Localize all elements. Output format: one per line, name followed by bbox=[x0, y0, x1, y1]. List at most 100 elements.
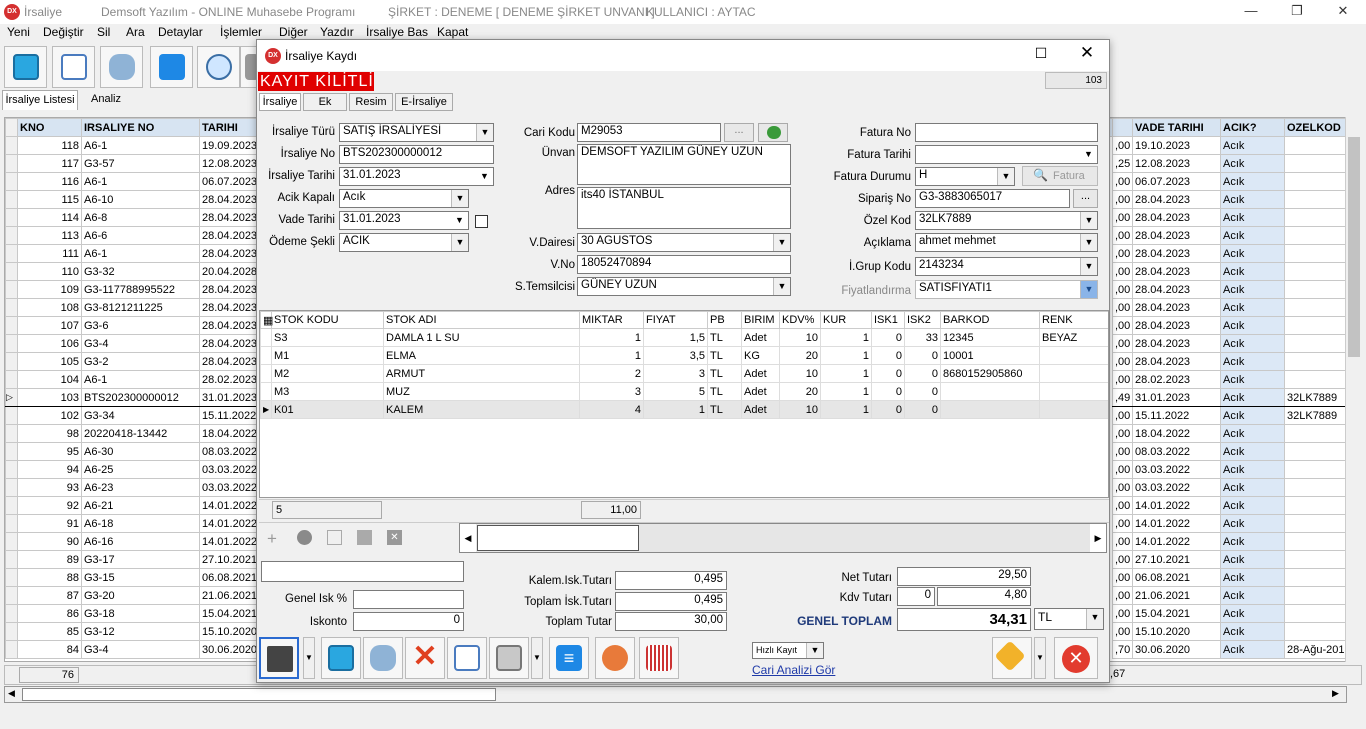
item-cell-barkod[interactable]: 8680152905860 bbox=[940, 364, 1040, 383]
item-cell-birim[interactable]: Adet bbox=[741, 400, 780, 419]
chevron-down-icon[interactable]: ▼ bbox=[1080, 146, 1097, 163]
delete-record-button[interactable] bbox=[363, 637, 403, 679]
tab-irsaliye[interactable]: İrsaliye bbox=[259, 93, 301, 111]
list-vscroll[interactable] bbox=[1345, 117, 1362, 662]
item-cell-barkod[interactable] bbox=[940, 382, 1040, 401]
chevron-down-icon[interactable]: ▼ bbox=[1080, 212, 1097, 229]
chevron-down-icon[interactable]: ▼ bbox=[451, 212, 468, 229]
chevron-down-icon[interactable]: ▼ bbox=[773, 234, 790, 251]
item-cell-fiyat[interactable]: 3,5 bbox=[643, 346, 708, 365]
cari-analizi-gor-link[interactable]: Cari Analizi Gör bbox=[752, 663, 835, 677]
items-col-kdv-[interactable]: KDV% bbox=[779, 311, 821, 329]
chevron-down-icon[interactable]: ▼ bbox=[773, 278, 790, 295]
items-col-miktar[interactable]: MIKTAR bbox=[579, 311, 644, 329]
delete-button[interactable] bbox=[100, 46, 143, 88]
add-row-icon[interactable]: + bbox=[267, 529, 277, 549]
acik-kapali-select[interactable]: Acık ▼ bbox=[339, 189, 469, 208]
menu-islemler[interactable]: İşlemler bbox=[220, 25, 262, 39]
items-hscroll-thumb[interactable] bbox=[477, 525, 639, 551]
dialog-close-button[interactable]: ✕ bbox=[1067, 43, 1107, 65]
item-cell-pb[interactable]: TL bbox=[707, 328, 742, 347]
save-menu-button[interactable]: ▼ bbox=[303, 637, 315, 679]
new-record-button[interactable] bbox=[321, 637, 361, 679]
fatura-tarihi-field[interactable]: ▼ bbox=[915, 145, 1098, 164]
menu-yeni[interactable]: Yeni bbox=[7, 25, 30, 39]
menu-irsaliye-bas[interactable]: İrsaliye Bas bbox=[366, 25, 428, 39]
irsaliye-no-field[interactable]: BTS202300000012 bbox=[339, 145, 494, 164]
item-cell-renk[interactable] bbox=[1039, 382, 1108, 401]
item-row[interactable]: S3 DAMLA 1 L SU 1 1,5 TL Adet 10 1 0 33 12345 BEYAZ bbox=[260, 328, 1108, 347]
item-cell-isk1[interactable]: 0 bbox=[871, 364, 905, 383]
scroll-right-icon[interactable]: ▶ bbox=[1090, 524, 1106, 552]
item-row[interactable]: M3 MUZ 3 5 TL Adet 20 1 0 0 bbox=[260, 382, 1108, 401]
cancel-button[interactable]: ✕ bbox=[405, 637, 445, 679]
cari-kodu-field[interactable]: M29053 bbox=[577, 123, 721, 142]
item-cell-stok-kodu[interactable]: M1 bbox=[271, 346, 384, 365]
menu-yazdir[interactable]: Yazdır bbox=[320, 25, 354, 39]
items-col-fiyat[interactable]: FIYAT bbox=[643, 311, 708, 329]
item-cell-kur[interactable]: 1 bbox=[820, 382, 872, 401]
menu-ara[interactable]: Ara bbox=[126, 25, 145, 39]
vergi-dairesi-select[interactable]: 30 AGUSTOS ▼ bbox=[577, 233, 791, 252]
item-cell-kur[interactable]: 1 bbox=[820, 328, 872, 347]
siparis-no-field[interactable]: G3-3883065017 bbox=[915, 189, 1070, 208]
item-cell-fiyat[interactable]: 1,5 bbox=[643, 328, 708, 347]
satis-temsilcisi-select[interactable]: GÜNEY UZUN ▼ bbox=[577, 277, 791, 296]
vade-checkbox[interactable] bbox=[475, 215, 488, 228]
col-tutar[interactable] bbox=[1112, 118, 1133, 137]
irsaliye-turu-select[interactable]: SATIŞ İRSALİYESİ ▼ bbox=[339, 123, 494, 142]
chevron-down-icon[interactable]: ▼ bbox=[806, 643, 823, 658]
item-cell-isk2[interactable]: 0 bbox=[904, 382, 941, 401]
menu-sil[interactable]: Sil bbox=[97, 25, 110, 39]
vade-tarihi-field[interactable]: 31.01.2023 ▼ bbox=[339, 211, 469, 230]
items-col-renk[interactable]: RENK bbox=[1039, 311, 1108, 329]
print-record-button[interactable] bbox=[489, 637, 529, 679]
item-cell-stok-kodu[interactable]: M3 bbox=[271, 382, 384, 401]
item-cell-kdv-[interactable]: 20 bbox=[779, 346, 821, 365]
item-cell-isk2[interactable]: 33 bbox=[904, 328, 941, 347]
item-cell-miktar[interactable]: 2 bbox=[579, 364, 644, 383]
item-cell-kur[interactable]: 1 bbox=[820, 346, 872, 365]
genel-isk-field[interactable] bbox=[353, 590, 464, 609]
chevron-down-icon[interactable]: ▼ bbox=[451, 234, 468, 251]
item-cell-renk[interactable]: BEYAZ bbox=[1039, 328, 1108, 347]
col-acik[interactable]: ACIK? bbox=[1220, 118, 1285, 137]
col-ozelkod[interactable]: OZELKOD bbox=[1284, 118, 1350, 137]
minimize-button[interactable]: — bbox=[1228, 0, 1274, 24]
items-hscroll[interactable]: ◀ ▶ bbox=[459, 523, 1107, 553]
item-cell-stok-adi[interactable]: DAMLA 1 L SU bbox=[383, 328, 580, 347]
list-hscroll[interactable]: ◀ ▶ bbox=[4, 686, 1347, 703]
item-row[interactable]: ▶ K01 KALEM 4 1 TL Adet 10 1 0 0 bbox=[260, 400, 1108, 419]
aciklama-select[interactable]: ahmet mehmet ▼ bbox=[915, 233, 1098, 252]
chevron-down-icon[interactable]: ▼ bbox=[476, 124, 493, 141]
items-col-barkod[interactable]: BARKOD bbox=[940, 311, 1040, 329]
chevron-down-icon[interactable]: ▼ bbox=[1080, 258, 1097, 275]
edit-record-button[interactable] bbox=[447, 637, 487, 679]
item-cell-stok-kodu[interactable]: K01 bbox=[271, 400, 384, 419]
item-cell-isk1[interactable]: 0 bbox=[871, 382, 905, 401]
print-menu-button[interactable]: ▼ bbox=[531, 637, 543, 679]
siparis-browse-button[interactable]: ... bbox=[1073, 189, 1098, 208]
maximize-button[interactable]: ❐ bbox=[1274, 0, 1320, 24]
item-cell-renk[interactable] bbox=[1039, 364, 1108, 383]
item-cell-kdv-[interactable]: 10 bbox=[779, 364, 821, 383]
currency-select[interactable]: TL ▼ bbox=[1034, 608, 1104, 630]
vergi-no-field[interactable]: 18052470894 bbox=[577, 255, 791, 274]
items-col-isk1[interactable]: ISK1 bbox=[871, 311, 905, 329]
menu-degistir[interactable]: Değiştir bbox=[43, 25, 84, 39]
item-cell-kur[interactable]: 1 bbox=[820, 364, 872, 383]
col-irsaliye-no[interactable]: IRSALIYE NO bbox=[81, 118, 200, 137]
cancel-row-icon[interactable]: ✕ bbox=[387, 530, 402, 545]
item-cell-miktar[interactable]: 4 bbox=[579, 400, 644, 419]
scroll-right-icon[interactable]: ▶ bbox=[1332, 688, 1339, 699]
iskonto-field[interactable]: 0 bbox=[353, 612, 464, 631]
tab-analiz[interactable]: Analiz bbox=[80, 90, 132, 110]
edit-row-icon[interactable] bbox=[327, 530, 342, 545]
adres-field[interactable]: its40 İSTANBUL bbox=[577, 187, 791, 229]
tab-e-irsaliye[interactable]: E-İrsaliye bbox=[395, 93, 453, 111]
remove-row-icon[interactable] bbox=[297, 530, 312, 545]
item-cell-renk[interactable] bbox=[1039, 346, 1108, 365]
item-cell-pb[interactable]: TL bbox=[707, 346, 742, 365]
item-cell-kdv-[interactable]: 10 bbox=[779, 328, 821, 347]
unvan-field[interactable]: DEMSOFT YAZILIM GÜNEY UZUN bbox=[577, 144, 791, 185]
